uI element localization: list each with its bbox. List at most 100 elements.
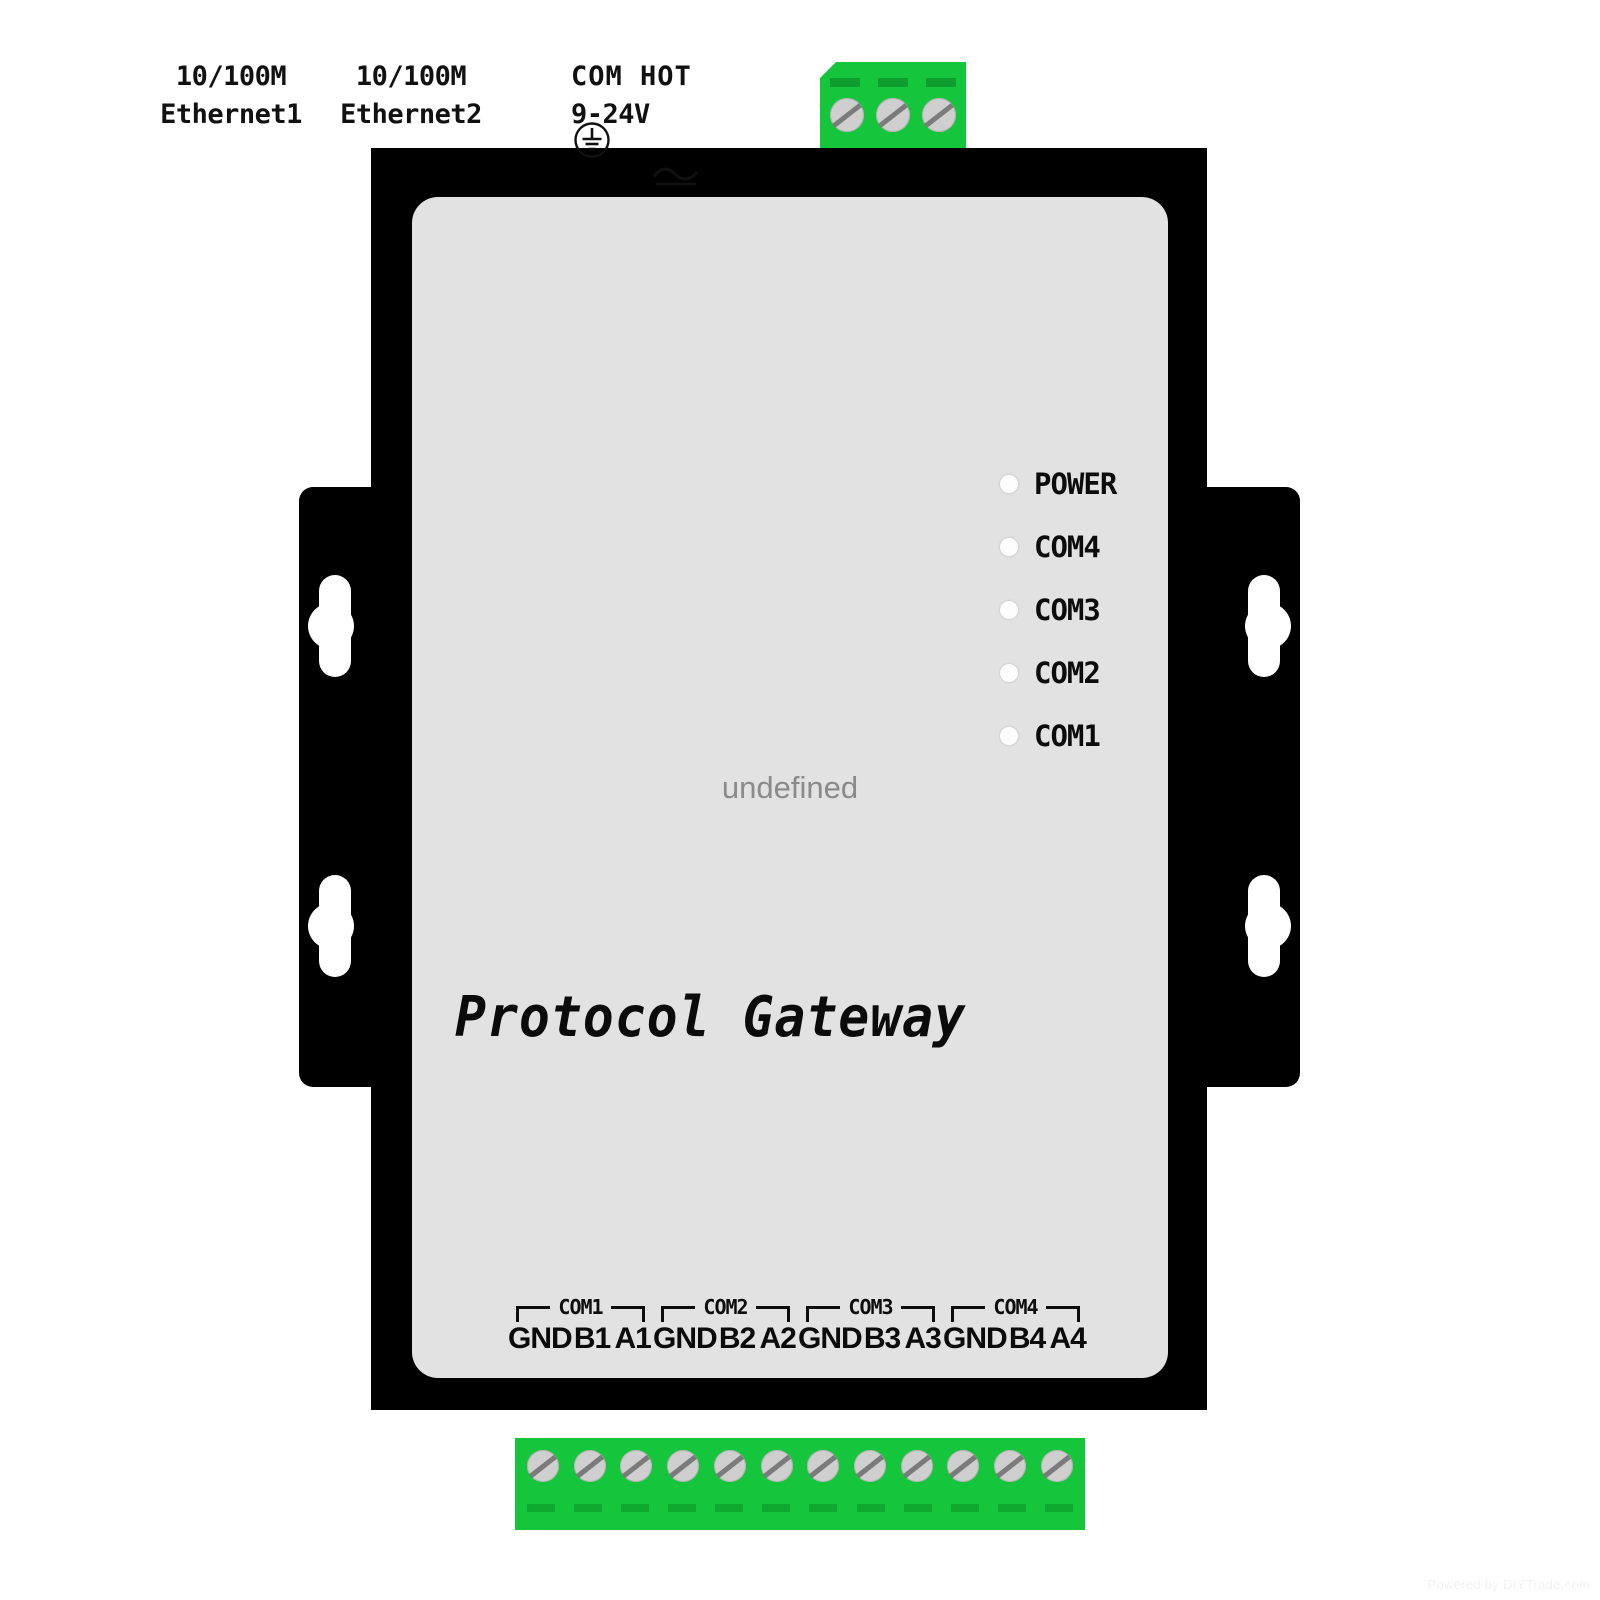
led-row-com2: COM2: [1000, 641, 1200, 704]
led-label: COM1: [1034, 718, 1101, 753]
bracket-tick-right: [932, 1306, 935, 1322]
terminal-pin-label: GND: [798, 1322, 863, 1355]
terminal-group-com1: COM1 GND B1 A1: [508, 1292, 653, 1372]
terminal-pin-row: GND B3 A3: [798, 1322, 943, 1356]
mounting-keyhole-slot: [1245, 875, 1291, 977]
led-row-com3: COM3: [1000, 578, 1200, 641]
terminal-pin-label: GND: [508, 1322, 573, 1355]
wire-slot: [950, 1504, 979, 1512]
terminal-pin-label: A3: [904, 1322, 942, 1355]
terminal-pin-row: GND B2 A2: [653, 1322, 798, 1356]
bottom-connector-wire-slots: [527, 1504, 1073, 1512]
wire-slot: [762, 1504, 791, 1512]
led-label: POWER: [1034, 466, 1117, 501]
power-com-hot-label: COM HOT: [571, 61, 692, 92]
wire-slot: [830, 78, 860, 87]
bracket-bar-right: [1046, 1306, 1080, 1309]
terminal-screw-icon: [830, 98, 864, 132]
product-illustration: 10/100M Ethernet1 10/100M Ethernet2 COM …: [0, 0, 1600, 1600]
bracket-tick-right: [1077, 1306, 1080, 1322]
terminal-screw-icon: [667, 1450, 700, 1482]
terminal-pin-label: B3: [863, 1322, 901, 1355]
led-row-com1: COM1: [1000, 704, 1200, 767]
bracket-bar-right: [901, 1306, 935, 1309]
terminal-screw-icon: [527, 1450, 559, 1482]
bracket-tick-right: [787, 1306, 790, 1322]
terminal-screw-icon: [573, 1450, 606, 1482]
terminal-screw-icon: [922, 98, 956, 132]
power-label-block: COM HOT 9-24V: [511, 58, 821, 134]
terminal-group-bracket: COM1: [516, 1295, 645, 1322]
terminal-pin-label: A1: [614, 1322, 652, 1355]
terminal-pin-label: B2: [718, 1322, 756, 1355]
terminal-group-com3: COM3 GND B3 A3: [798, 1292, 943, 1372]
terminal-legend: COM1 GND B1 A1 COM2 GND B2 A2 COM3 GND B…: [508, 1292, 1088, 1372]
wire-slot: [878, 78, 908, 87]
led-row-power: POWER: [1000, 452, 1200, 515]
terminal-pin-label: A4: [1049, 1322, 1087, 1355]
watermark: Powered by DIYTrade.com: [1427, 1577, 1590, 1592]
led-indicator-list: POWER COM4 COM3 COM2 COM1: [1000, 452, 1200, 767]
terminal-pin-label: GND: [943, 1322, 1008, 1355]
led-label: COM3: [1034, 592, 1101, 627]
top-connector-screws: [830, 98, 956, 132]
terminal-screw-icon: [713, 1450, 746, 1482]
led-indicator-icon: [1000, 474, 1018, 493]
led-row-com4: COM4: [1000, 515, 1200, 578]
placeholder-text: undefined: [721, 770, 859, 805]
top-port-label-group: 10/100M Ethernet1 10/100M Ethernet2 COM …: [41, 58, 797, 186]
mounting-keyhole-slot: [1245, 575, 1291, 677]
terminal-pin-row: GND B1 A1: [508, 1322, 653, 1356]
wire-slot: [926, 78, 956, 87]
ethernet2-speed: 10/100M: [355, 61, 467, 92]
ac-dc-symbol-icon: [652, 167, 699, 186]
terminal-screw-icon: [900, 1450, 933, 1482]
wire-slot: [997, 1504, 1026, 1512]
terminal-screw-icon: [760, 1450, 793, 1482]
top-terminal-connector: [820, 62, 966, 150]
earth-ground-icon: [574, 122, 610, 158]
terminal-pin-label: GND: [653, 1322, 718, 1355]
product-name: Protocol Gateway: [455, 985, 967, 1050]
terminal-screw-icon: [994, 1450, 1027, 1482]
bracket-bar-right: [611, 1306, 645, 1309]
led-indicator-icon: [1000, 663, 1018, 682]
wire-slot: [809, 1504, 838, 1512]
ethernet2-name: Ethernet2: [340, 99, 482, 130]
wire-slot: [527, 1504, 555, 1512]
terminal-group-bracket: COM4: [951, 1295, 1080, 1322]
terminal-pin-label: A2: [759, 1322, 797, 1355]
bracket-bar-right: [756, 1306, 790, 1309]
wire-slot: [903, 1504, 932, 1512]
terminal-group-bracket: COM3: [806, 1295, 935, 1322]
terminal-pin-label: B1: [573, 1322, 611, 1355]
top-connector-wire-slots: [830, 78, 956, 88]
wire-slot: [715, 1504, 744, 1512]
led-indicator-icon: [1000, 600, 1018, 619]
ethernet2-label-block: 10/100M Ethernet2: [301, 58, 521, 134]
terminal-screw-icon: [947, 1450, 980, 1482]
wire-slot: [668, 1504, 697, 1512]
terminal-group-com2: COM2 GND B2 A2: [653, 1292, 798, 1372]
terminal-screw-icon: [807, 1450, 840, 1482]
mounting-bracket-right: [1192, 487, 1300, 1087]
terminal-group-bracket: COM2: [661, 1295, 790, 1322]
terminal-screw-icon: [876, 98, 910, 132]
bottom-connector-screws: [527, 1450, 1073, 1482]
mounting-keyhole-slot: [308, 575, 354, 677]
led-indicator-icon: [1000, 537, 1018, 556]
led-indicator-icon: [1000, 726, 1018, 745]
led-label: COM4: [1034, 529, 1101, 564]
terminal-pin-label: B4: [1008, 1322, 1046, 1355]
mounting-keyhole-slot: [308, 875, 354, 977]
wire-slot: [574, 1504, 603, 1512]
led-label: COM2: [1034, 655, 1101, 690]
bottom-terminal-connector: [515, 1438, 1085, 1530]
terminal-screw-icon: [620, 1450, 653, 1482]
terminal-screw-icon: [1040, 1450, 1073, 1482]
wire-slot: [1044, 1504, 1073, 1512]
bracket-tick-right: [642, 1306, 645, 1322]
terminal-pin-row: GND B4 A4: [943, 1322, 1088, 1356]
wire-slot: [856, 1504, 885, 1512]
wire-slot: [621, 1504, 650, 1512]
